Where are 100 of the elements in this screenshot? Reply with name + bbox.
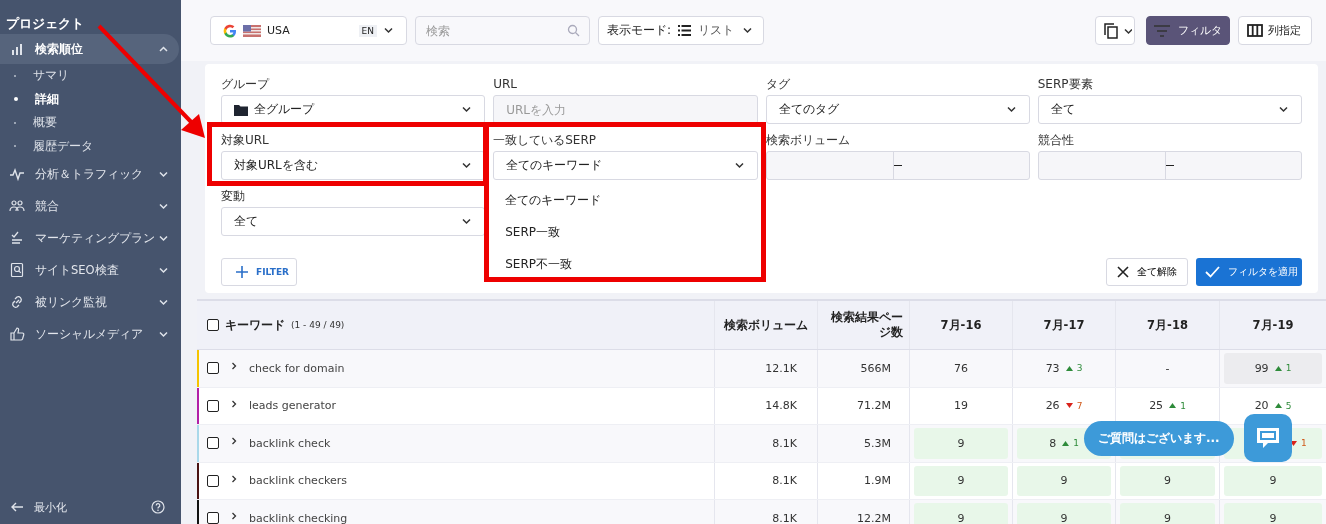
- columns-button[interactable]: 列指定: [1238, 16, 1312, 45]
- minimize-link[interactable]: 最小化: [34, 499, 151, 515]
- sidebar-label: 被リンク監視: [35, 294, 108, 310]
- keyword-text: backlink check: [249, 436, 331, 450]
- checkbox[interactable]: [207, 319, 219, 331]
- checkbox[interactable]: [207, 362, 219, 375]
- table-cell: 71.2M: [857, 399, 891, 413]
- list-icon: [678, 25, 692, 36]
- close-icon: [1117, 266, 1129, 278]
- table-cell: 8.1K: [772, 474, 797, 488]
- sidebar-item[interactable]: マーケティングプラン: [0, 222, 179, 254]
- input-field[interactable]: URLを入力: [493, 95, 758, 124]
- dropdown[interactable]: 全てのキーワード: [493, 151, 758, 180]
- chevron-down-icon: [1123, 26, 1132, 35]
- position-value: 9: [1164, 511, 1171, 524]
- table-cell: 1.9M: [864, 474, 891, 488]
- submenu-item[interactable]: 詳細: [0, 87, 181, 111]
- dropdown-value: 全て: [234, 213, 259, 230]
- checkbox[interactable]: [207, 399, 219, 412]
- position-value: 9: [1269, 511, 1277, 524]
- submenu-item[interactable]: 履歴データ: [0, 134, 181, 158]
- dropdown[interactable]: 全グループ: [221, 95, 486, 124]
- dropdown[interactable]: 全て: [221, 207, 486, 236]
- view-mode-selector[interactable]: 表示モード: リスト: [598, 16, 764, 45]
- position-value: 9: [1164, 474, 1171, 488]
- sidebar-item[interactable]: ソーシャルメディア: [0, 318, 179, 350]
- view-mode-value: リスト: [698, 22, 735, 39]
- keyword-text: backlink checkers: [249, 474, 347, 488]
- view-mode-label: 表示モード:: [607, 22, 672, 39]
- menu-option[interactable]: SERP不一致: [493, 248, 758, 280]
- range-field[interactable]: [1037, 151, 1302, 180]
- thumbs-up-icon: [9, 326, 25, 342]
- chevron-right-icon[interactable]: [231, 399, 237, 408]
- column-header: 7月-19: [1252, 317, 1294, 333]
- search-engine-selector[interactable]: USA EN: [210, 16, 407, 45]
- menu-option[interactable]: SERP一致: [493, 216, 758, 248]
- range-field[interactable]: [765, 151, 1030, 180]
- position-value: 9: [957, 511, 965, 524]
- position-value: 76: [954, 361, 968, 375]
- sidebar-item[interactable]: 分析＆トラフィック: [0, 158, 179, 190]
- chevron-right-icon[interactable]: [231, 512, 237, 521]
- position-value: 19: [954, 399, 968, 413]
- field-label: タグ: [765, 75, 791, 93]
- chat-icon[interactable]: [1243, 414, 1292, 462]
- language-badge: EN: [358, 24, 377, 37]
- dropdown-value: 全て: [1050, 101, 1076, 118]
- submenu-item[interactable]: 概要: [0, 111, 181, 135]
- link-icon: [9, 294, 25, 310]
- bar-chart-icon: [9, 41, 25, 57]
- filter-icon: [1154, 24, 1170, 37]
- row-count: (1 - 49 / 49): [291, 320, 345, 330]
- chevron-down-icon: [1278, 104, 1289, 115]
- menu-option[interactable]: 全てのキーワード: [493, 184, 758, 216]
- rank-change: 1: [1073, 438, 1079, 449]
- checkbox[interactable]: [207, 512, 219, 524]
- page-search-icon: [9, 262, 25, 278]
- apply-filter-button[interactable]: フィルタを適用: [1196, 258, 1302, 286]
- dropdown[interactable]: 全てのタグ: [765, 95, 1030, 124]
- position-value: 8: [1049, 436, 1057, 450]
- people-icon: [9, 198, 25, 214]
- field-label: 変動: [221, 187, 246, 205]
- submenu-label: 詳細: [35, 90, 59, 108]
- filter-button[interactable]: フィルタ: [1146, 16, 1230, 45]
- help-icon[interactable]: [151, 500, 165, 514]
- field-label: 一致しているSERP: [493, 131, 598, 149]
- position-value: 99: [1254, 361, 1269, 375]
- rank-change: 1: [1285, 363, 1292, 374]
- chevron-up-icon: [733, 160, 745, 171]
- sidebar-item[interactable]: 検索順位: [0, 34, 179, 64]
- sidebar-item[interactable]: 競合: [0, 190, 179, 222]
- position-value: 9: [1060, 511, 1068, 524]
- submenu-item[interactable]: サマリ: [0, 64, 181, 88]
- chevron-right-icon[interactable]: [231, 362, 237, 371]
- copy-button[interactable]: [1095, 16, 1135, 45]
- submenu-label: 履歴データ: [33, 137, 93, 155]
- sidebar-item[interactable]: サイトSEO検査: [0, 254, 179, 286]
- chevron-down-icon: [383, 25, 394, 36]
- checkbox[interactable]: [207, 437, 219, 450]
- chevron-down-icon: [461, 216, 473, 227]
- table-cell: 14.8K: [765, 399, 797, 413]
- search-field[interactable]: 検索: [415, 16, 590, 45]
- add-filter-button[interactable]: FILTER: [221, 258, 297, 286]
- sidebar-item[interactable]: 被リンク監視: [0, 286, 179, 318]
- rank-change: 5: [1285, 400, 1292, 411]
- position-value: 26: [1045, 399, 1060, 413]
- clear-all-button[interactable]: 全て解除: [1106, 258, 1188, 286]
- table-cell: 12.2M: [857, 511, 891, 524]
- chevron-down-icon: [742, 25, 753, 36]
- field-label: 対象URL: [221, 131, 270, 149]
- position-value: 73: [1045, 361, 1060, 375]
- field-label: グループ: [221, 75, 271, 93]
- chevron-right-icon[interactable]: [231, 437, 237, 446]
- position-value: 9: [957, 436, 965, 450]
- field-label: SERP要素: [1037, 75, 1094, 93]
- dropdown[interactable]: 対象URLを含む: [221, 151, 486, 180]
- plus-icon: [236, 266, 248, 278]
- sidebar-label: ソーシャルメディア: [35, 326, 144, 342]
- dropdown[interactable]: 全て: [1037, 95, 1302, 124]
- checkbox[interactable]: [207, 474, 219, 487]
- chevron-right-icon[interactable]: [231, 474, 237, 483]
